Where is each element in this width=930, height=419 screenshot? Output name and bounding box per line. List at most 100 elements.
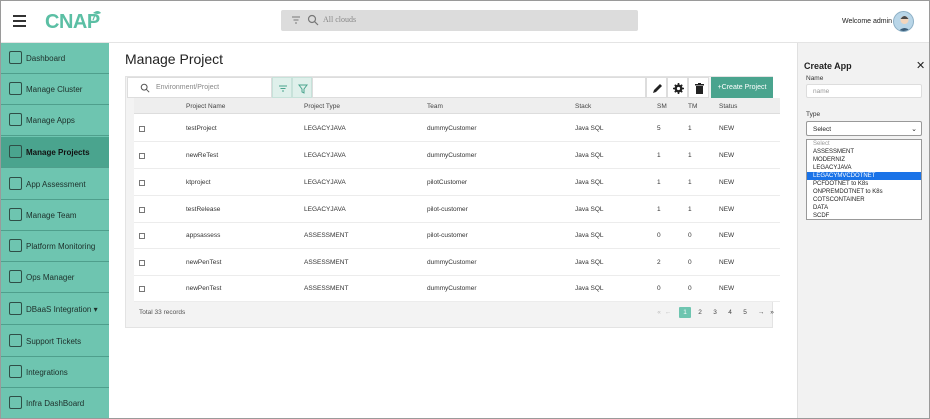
cell-tm: 1 [688, 206, 692, 213]
cell-stack: Java SQL [575, 179, 604, 186]
sidebar-item-manage-team[interactable]: Manage Team [1, 200, 109, 231]
chevron-down-icon: ⌄ [911, 126, 917, 133]
column-header[interactable]: Project Type [304, 103, 340, 110]
avatar[interactable] [893, 11, 914, 32]
type-select[interactable]: Select ⌄ [806, 121, 922, 136]
cell-stack: Java SQL [575, 232, 604, 239]
sidebar-item-manage-cluster[interactable]: Manage Cluster [1, 74, 109, 105]
cell-status: NEW [719, 152, 735, 159]
sidebar-item-ops-manager[interactable]: Ops Manager [1, 262, 109, 293]
dropdown-option[interactable]: COTSCONTAINER [807, 196, 921, 204]
row-checkbox[interactable] [139, 260, 145, 266]
cell-team: dummyCustomer [427, 285, 477, 292]
table-row[interactable]: newPenTest ASSESSMENT dummyCustomer Java… [134, 275, 780, 302]
assessment-icon [9, 177, 22, 190]
dropdown-option[interactable]: DATA [807, 204, 921, 212]
dropdown-option[interactable]: ASSESSMENT [807, 148, 921, 156]
sidebar-item-infra-dashboard[interactable]: Infra DashBoard [1, 388, 109, 418]
sidebar-item-dashboard[interactable]: Dashboard [1, 43, 109, 74]
edit-button[interactable] [646, 77, 667, 98]
projects-icon [9, 145, 22, 158]
cell-stack: Java SQL [575, 259, 604, 266]
cell-sm: 5 [657, 125, 661, 132]
project-toolbar: Environment/Project +Create Project [125, 77, 773, 98]
cell-project-type: LEGACYJAVA [304, 152, 346, 159]
cell-status: NEW [719, 206, 735, 213]
sidebar-item-manage-projects[interactable]: Manage Projects [1, 137, 109, 168]
sidebar-item-manage-apps[interactable]: Manage Apps [1, 105, 109, 136]
row-checkbox[interactable] [139, 126, 145, 132]
cell-tm: 0 [688, 232, 692, 239]
column-header[interactable]: TM [688, 103, 697, 110]
cell-project-name: appsassess [186, 232, 221, 239]
create-project-button[interactable]: +Create Project [711, 77, 773, 98]
dropdown-option-selected[interactable]: LEGACYMVCDOTNET [807, 172, 921, 180]
page-button[interactable]: 2 [694, 307, 706, 318]
dropdown-option[interactable]: SCDF [807, 212, 921, 220]
search-icon [140, 83, 150, 93]
row-checkbox[interactable] [139, 286, 145, 292]
prev-page-button[interactable]: ← [662, 307, 674, 318]
column-header[interactable]: SM [657, 103, 667, 110]
dropdown-option[interactable]: MODERNIZ [807, 156, 921, 164]
row-checkbox[interactable] [139, 233, 145, 239]
database-icon [9, 302, 22, 315]
dropdown-option[interactable]: PCFDOTNET to K8s [807, 180, 921, 188]
row-checkbox[interactable] [139, 180, 145, 186]
table-row[interactable]: testProject LEGACYJAVA dummyCustomer Jav… [134, 115, 780, 142]
column-header[interactable]: Stack [575, 103, 591, 110]
page-button[interactable]: 3 [709, 307, 721, 318]
sidebar-item-integrations[interactable]: Integrations [1, 357, 109, 388]
page-button[interactable]: 4 [724, 307, 736, 318]
page-button[interactable]: 1 [679, 307, 691, 318]
sidebar-item-app-assessment[interactable]: App Assessment [1, 169, 109, 200]
dropdown-option[interactable]: Select [807, 140, 921, 148]
column-header[interactable]: Project Name [186, 103, 225, 110]
dashboard-icon [9, 51, 22, 64]
column-header[interactable]: Team [427, 103, 443, 110]
dropdown-option[interactable]: LEGACYJAVA [807, 164, 921, 172]
settings-button[interactable] [667, 77, 688, 98]
sidebar-item-support-tickets[interactable]: Support Tickets [1, 326, 109, 357]
sidebar: Dashboard Manage Cluster Manage Apps Man… [1, 43, 109, 418]
name-input[interactable]: name [806, 84, 922, 98]
funnel-filter-button[interactable] [292, 77, 312, 98]
table-row[interactable]: newReTest LEGACYJAVA dummyCustomer Java … [134, 142, 780, 169]
column-header[interactable]: Status [719, 103, 737, 110]
sort-filter-button[interactable] [272, 77, 292, 98]
cell-stack: Java SQL [575, 125, 604, 132]
table-row[interactable]: appsassess ASSESSMENT pilot-customer Jav… [134, 222, 780, 249]
filter-icon[interactable] [291, 15, 301, 25]
sidebar-item-dbaas-integration[interactable]: DBaaS Integration ▾ [1, 294, 109, 325]
row-checkbox[interactable] [139, 153, 145, 159]
project-search-input[interactable]: Environment/Project [127, 77, 272, 98]
cell-project-name: newReTest [186, 152, 219, 159]
sidebar-item-label: Manage Cluster [26, 85, 83, 94]
delete-button[interactable] [688, 77, 709, 98]
cell-team: dummyCustomer [427, 152, 477, 159]
type-select-value: Select [813, 126, 832, 133]
table-row[interactable]: testRelease LEGACYJAVA pilot-customer Ja… [134, 196, 780, 223]
dropdown-option[interactable]: ONPREMDOTNET to K8s [807, 188, 921, 196]
last-page-button[interactable]: » [766, 307, 778, 318]
table-row[interactable]: ktproject LEGACYJAVA pilotCustomer Java … [134, 169, 780, 196]
sidebar-item-platform-monitoring[interactable]: Platform Monitoring [1, 231, 109, 262]
sidebar-item-label: Manage Projects [26, 148, 90, 157]
search-icon [307, 14, 319, 26]
close-icon[interactable]: ✕ [916, 59, 925, 72]
cell-status: NEW [719, 125, 735, 132]
ticket-icon [9, 334, 22, 347]
cell-project-name: testProject [186, 125, 217, 132]
cell-status: NEW [719, 285, 735, 292]
menu-icon[interactable] [13, 15, 26, 27]
row-checkbox[interactable] [139, 207, 145, 213]
sidebar-item-label: Infra DashBoard [26, 399, 85, 408]
projects-table: Project Name Project Type Team Stack SM … [134, 98, 780, 302]
cloud-search[interactable]: All clouds [281, 10, 638, 31]
cell-sm: 1 [657, 152, 661, 159]
filter-value-input[interactable] [312, 77, 646, 98]
funnel-icon [298, 84, 308, 94]
table-row[interactable]: newPenTest ASSESSMENT dummyCustomer Java… [134, 249, 780, 276]
app-window: CNAP All clouds Welcome admin Dashboard … [0, 0, 930, 419]
page-button[interactable]: 5 [739, 307, 751, 318]
